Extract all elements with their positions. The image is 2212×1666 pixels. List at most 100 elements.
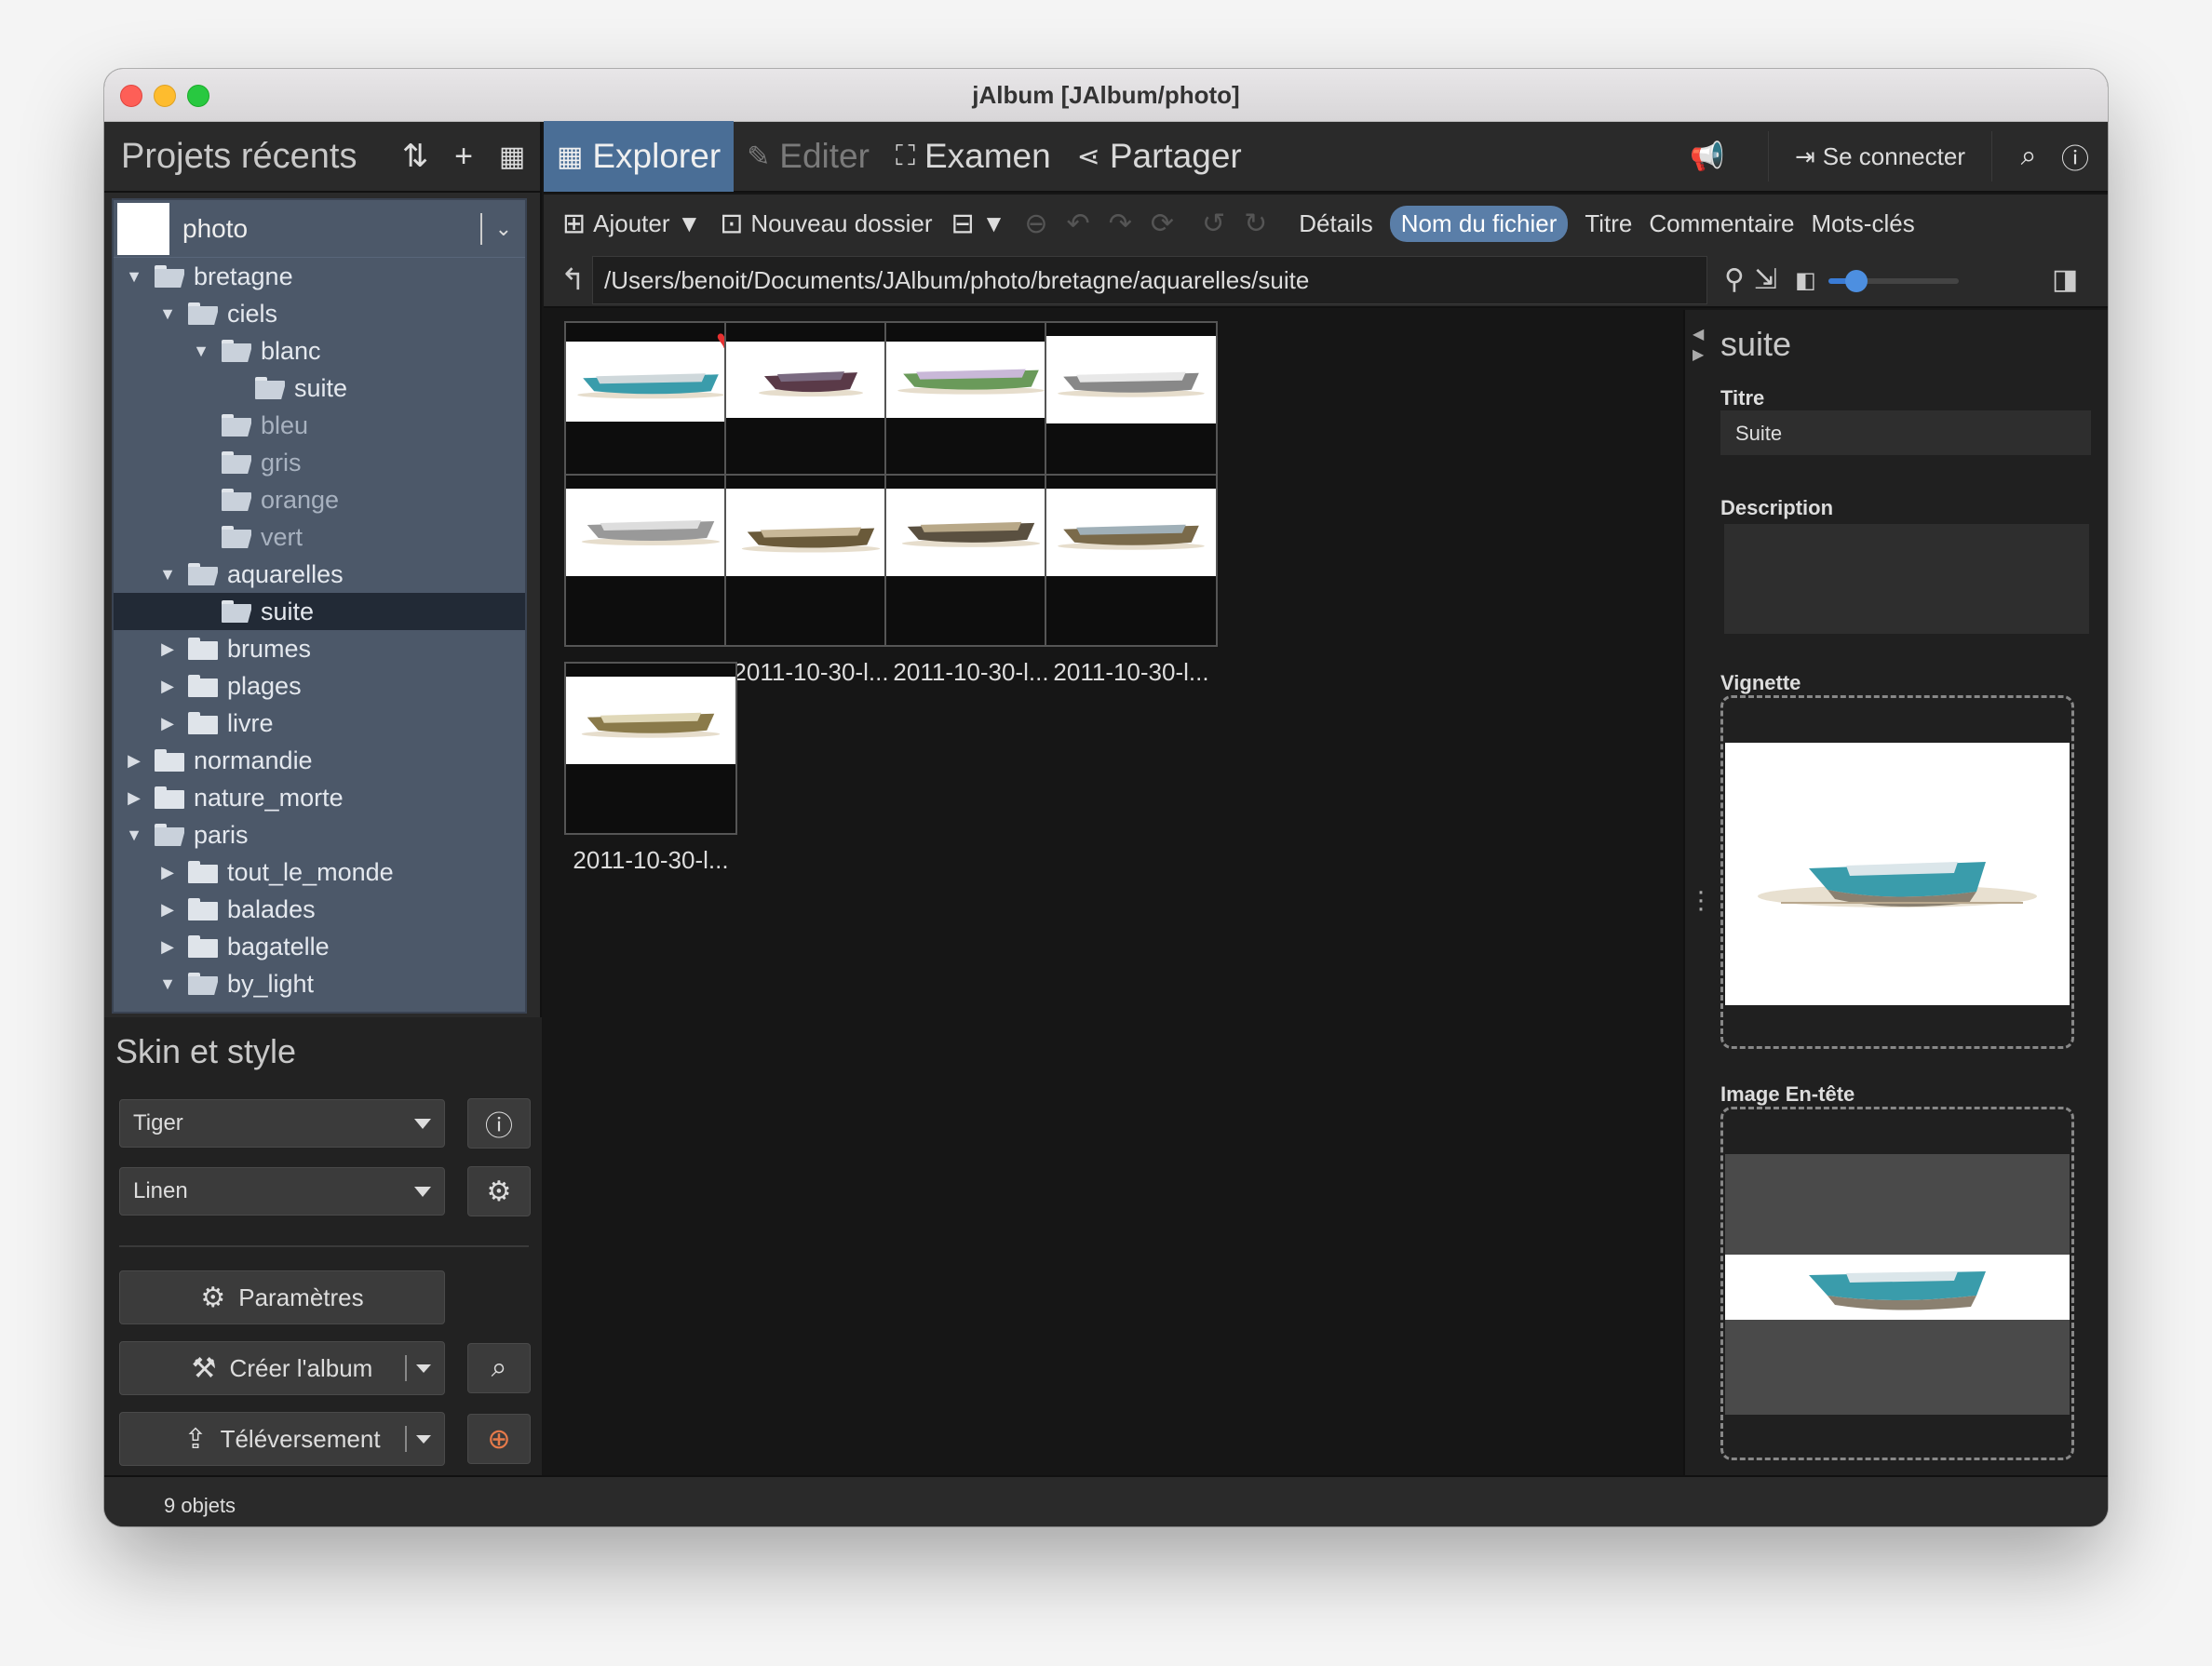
thumbnail[interactable] xyxy=(564,474,737,647)
tree-item[interactable]: ▶ balades xyxy=(114,891,525,928)
skin-settings-button[interactable]: ⚙ xyxy=(467,1166,531,1216)
rotate-right-button[interactable]: ↷ xyxy=(1109,208,1132,240)
description-field[interactable] xyxy=(1724,524,2089,634)
thumbnail[interactable] xyxy=(724,474,897,647)
search-icon[interactable]: ⌕ xyxy=(2005,141,2052,172)
collapsed-arrow-icon[interactable]: ▶ xyxy=(156,639,179,659)
zoom-window-button[interactable] xyxy=(187,85,209,107)
tree-item[interactable]: gris xyxy=(114,444,525,481)
tree-item[interactable]: vert xyxy=(114,518,525,556)
share-icon: ⋖ xyxy=(1076,141,1100,172)
thumbnail[interactable] xyxy=(884,321,1058,494)
tab-explorer[interactable]: ▦ Explorer xyxy=(544,121,735,192)
thumbnail[interactable] xyxy=(724,321,897,494)
tree-item[interactable]: ▼ ciels xyxy=(114,295,525,332)
collapsed-arrow-icon[interactable]: ▶ xyxy=(123,751,145,771)
tab-share[interactable]: ⋖ Partager xyxy=(1064,121,1255,192)
online-preview-button[interactable]: ⊕ xyxy=(467,1414,531,1464)
tree-item[interactable]: ▶ plages xyxy=(114,667,525,705)
tree-item[interactable]: ▼ aquarelles xyxy=(114,556,525,593)
style-select[interactable]: Linen xyxy=(119,1167,445,1216)
large-thumbnail-icon[interactable]: ◨ xyxy=(2052,263,2078,296)
tree-item[interactable]: bleu xyxy=(114,407,525,444)
tab-edit[interactable]: ✎ Editer xyxy=(734,121,883,192)
settings-button[interactable]: ⚙ Paramètres xyxy=(119,1270,445,1324)
expanded-arrow-icon[interactable]: ▼ xyxy=(156,565,179,584)
preview-button[interactable]: ⌕ xyxy=(467,1343,531,1393)
tree-item[interactable]: ▶ bagatelle xyxy=(114,928,525,965)
megaphone-icon[interactable]: 📢 xyxy=(1684,141,1731,173)
tree-item[interactable]: ▶ brumes xyxy=(114,630,525,667)
thumbnail[interactable] xyxy=(884,474,1058,647)
new-folder-button[interactable]: ⊡ Nouveau dossier xyxy=(720,208,932,240)
tree-item[interactable]: ▼ blanc xyxy=(114,332,525,369)
expanded-arrow-icon[interactable]: ▼ xyxy=(190,342,212,361)
tree-item[interactable]: ▶ normandie xyxy=(114,742,525,779)
path-field[interactable]: /Users/benoit/Documents/JAlbum/photo/bre… xyxy=(592,256,1707,304)
thumbnail-size-slider[interactable] xyxy=(1828,270,1959,292)
collapsed-arrow-icon[interactable]: ▶ xyxy=(156,937,179,957)
collapsed-arrow-icon[interactable]: ▶ xyxy=(123,788,145,808)
thumbnail-dropzone[interactable] xyxy=(1720,695,2074,1049)
collapsed-arrow-icon[interactable]: ▶ xyxy=(156,677,179,696)
expanded-arrow-icon[interactable]: ▼ xyxy=(156,304,179,324)
help-icon[interactable]: ⓘ xyxy=(2052,136,2098,177)
label-filename[interactable]: Nom du fichier xyxy=(1389,205,1569,242)
refresh-button[interactable]: ⟳ xyxy=(1151,208,1174,240)
title-field[interactable]: Suite xyxy=(1720,410,2091,455)
add-icon[interactable]: + xyxy=(445,138,482,175)
expanded-arrow-icon[interactable]: ▼ xyxy=(123,267,145,287)
tree-item[interactable]: ▼ paris xyxy=(114,816,525,853)
thumbnail[interactable] xyxy=(1045,474,1218,647)
tree-item[interactable]: ▶ nature_morte xyxy=(114,779,525,816)
tree-item[interactable]: ▼ by_light xyxy=(114,965,525,1002)
sort-icon[interactable]: ⇅ xyxy=(397,138,434,175)
tree-item[interactable]: ▶ tout_le_monde xyxy=(114,853,525,891)
export-icon[interactable]: ⇲ xyxy=(1754,263,1777,296)
thumbnail[interactable] xyxy=(1045,321,1218,494)
collapse-arrows-icon[interactable]: ◀ ▶ xyxy=(1693,325,1704,367)
rotate-left-button[interactable]: ↶ xyxy=(1067,208,1090,240)
upload-button[interactable]: ⇪ Téléversement xyxy=(119,1412,445,1466)
project-selector[interactable]: photo ⌄ xyxy=(114,200,525,258)
thumbnail[interactable]: ♥ xyxy=(564,321,737,494)
dropdown-arrow-icon[interactable] xyxy=(416,1435,431,1444)
label-keywords[interactable]: Mots-clés xyxy=(1811,209,1914,238)
view-details[interactable]: Détails xyxy=(1299,209,1372,238)
label-title[interactable]: Titre xyxy=(1585,209,1632,238)
close-window-button[interactable] xyxy=(120,85,142,107)
tree-item[interactable]: orange xyxy=(114,481,525,518)
expanded-arrow-icon[interactable]: ▼ xyxy=(123,826,145,845)
label-comment[interactable]: Commentaire xyxy=(1649,209,1794,238)
slider-knob[interactable] xyxy=(1845,270,1868,292)
expanded-arrow-icon[interactable]: ▼ xyxy=(156,974,179,994)
tree-item[interactable]: suite xyxy=(114,369,525,407)
collapsed-arrow-icon[interactable]: ▶ xyxy=(156,863,179,882)
skin-select[interactable]: Tiger xyxy=(119,1099,445,1148)
header-image-dropzone[interactable] xyxy=(1720,1107,2074,1460)
collapsed-arrow-icon[interactable]: ▶ xyxy=(156,714,179,733)
create-album-button[interactable]: ⚒ Créer l'album xyxy=(119,1341,445,1395)
small-thumbnail-icon[interactable]: ◧ xyxy=(1795,267,1816,294)
minimize-window-button[interactable] xyxy=(154,85,176,107)
add-button[interactable]: ⊞ Ajouter ▼ xyxy=(562,208,701,240)
exclude-button[interactable]: ⊖ xyxy=(1024,208,1047,240)
sign-in-button[interactable]: ⇥ Se connecter xyxy=(1767,131,1992,181)
folder-icon xyxy=(188,302,218,325)
redo-button[interactable]: ↻ xyxy=(1244,208,1267,240)
tab-review[interactable]: ⛶ Examen xyxy=(883,121,1064,192)
chevron-down-icon[interactable]: ⌄ xyxy=(495,217,512,241)
thumbnail[interactable] xyxy=(564,662,737,835)
tree-item[interactable]: suite xyxy=(114,593,525,630)
dropdown-arrow-icon[interactable] xyxy=(416,1364,431,1373)
collapsed-arrow-icon[interactable]: ▶ xyxy=(156,900,179,920)
skin-info-button[interactable]: ⓘ xyxy=(467,1098,531,1149)
resize-handle-icon[interactable]: · · · xyxy=(1696,878,1706,922)
tree-item[interactable]: ▶ livre xyxy=(114,705,525,742)
up-folder-icon[interactable]: ↰ xyxy=(560,262,586,297)
undo-button[interactable]: ↺ xyxy=(1202,208,1225,240)
tree-item[interactable]: ▼ bretagne xyxy=(114,258,525,295)
filter-icon[interactable]: ⚲ xyxy=(1724,263,1745,296)
grid-icon[interactable]: ▦ xyxy=(493,138,531,175)
new-page-button[interactable]: ⊟ ▼ xyxy=(951,208,1006,240)
